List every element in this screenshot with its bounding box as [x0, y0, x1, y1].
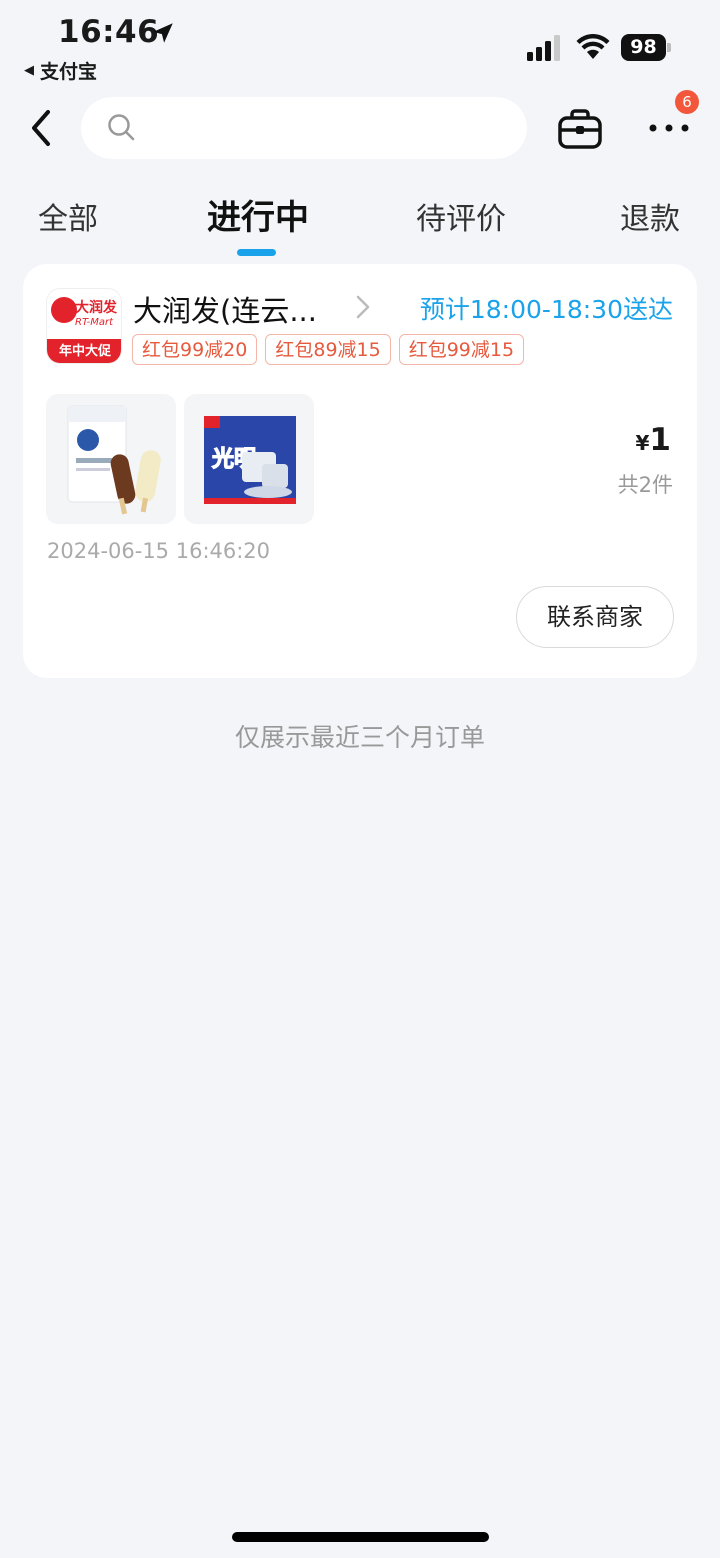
order-price: ¥1: [636, 422, 672, 458]
coupon-tag: 红包89减15: [265, 334, 391, 365]
price-currency: ¥: [635, 431, 650, 455]
toolbox-icon[interactable]: [557, 108, 603, 150]
tab-refund[interactable]: 退款: [620, 194, 680, 238]
status-bar: 16:46 ◀ 支付宝 98: [0, 0, 720, 90]
coupon-tag: 红包99减15: [398, 334, 525, 365]
location-arrow-icon: [153, 23, 173, 43]
more-options-icon[interactable]: [646, 110, 692, 146]
item-count: 共2件: [617, 473, 673, 497]
battery-indicator: 98: [621, 34, 671, 62]
back-app-label: 支付宝: [40, 61, 98, 83]
ice-cream-bar-product-image[interactable]: [46, 394, 176, 524]
back-triangle-icon: ◀: [24, 63, 34, 78]
tab-to-review[interactable]: 待评价: [416, 194, 506, 238]
store-logo-brand: 大润发: [75, 300, 117, 316]
price-amount: 1: [649, 422, 671, 458]
search-input[interactable]: [81, 97, 527, 159]
ice-cream-bar-illustration: [67, 405, 161, 515]
cellular-signal-icon: [527, 35, 560, 61]
store-logo-brand-en: RT-Mart: [75, 317, 114, 328]
tab-all[interactable]: 全部: [38, 194, 98, 238]
store-name[interactable]: 大润发(连云...: [133, 288, 317, 330]
active-tab-indicator: [237, 249, 276, 256]
battery-cap: [667, 43, 671, 52]
guangming-box-illustration: 光明: [204, 416, 296, 504]
contact-merchant-button[interactable]: 联系商家: [516, 586, 674, 648]
chevron-right-icon[interactable]: [355, 294, 371, 320]
coupon-list: 红包99减20 红包89减15 红包99减15: [132, 334, 525, 365]
footer-note: 仅展示最近三个月订单: [234, 723, 485, 752]
search-icon: [108, 114, 135, 141]
back-to-app-link[interactable]: ◀ 支付宝: [24, 57, 97, 84]
coupon-tag: 红包99减20: [132, 334, 258, 365]
store-logo: 大润发 RT-Mart 年中大促: [46, 288, 122, 364]
order-tabs: 全部 进行中 待评价 退款: [0, 190, 720, 260]
back-chevron-icon[interactable]: [24, 106, 60, 150]
status-time: 16:46: [58, 14, 160, 50]
home-indicator[interactable]: [232, 1532, 489, 1542]
store-logo-mark: [51, 297, 77, 323]
battery-level: 98: [621, 34, 666, 61]
tab-in-progress[interactable]: 进行中: [207, 190, 309, 239]
notification-badge: 6: [675, 90, 699, 114]
guangming-ice-product-image[interactable]: 光明: [184, 394, 314, 524]
delivery-eta: 预计18:00-18:30送达: [419, 295, 673, 324]
store-logo-banner: 年中大促: [47, 339, 121, 363]
order-card[interactable]: 大润发 RT-Mart 年中大促 大润发(连云... 预计18:00-18:30…: [23, 264, 697, 678]
wifi-icon: [576, 34, 610, 59]
order-timestamp: 2024-06-15 16:46:20: [47, 539, 271, 563]
